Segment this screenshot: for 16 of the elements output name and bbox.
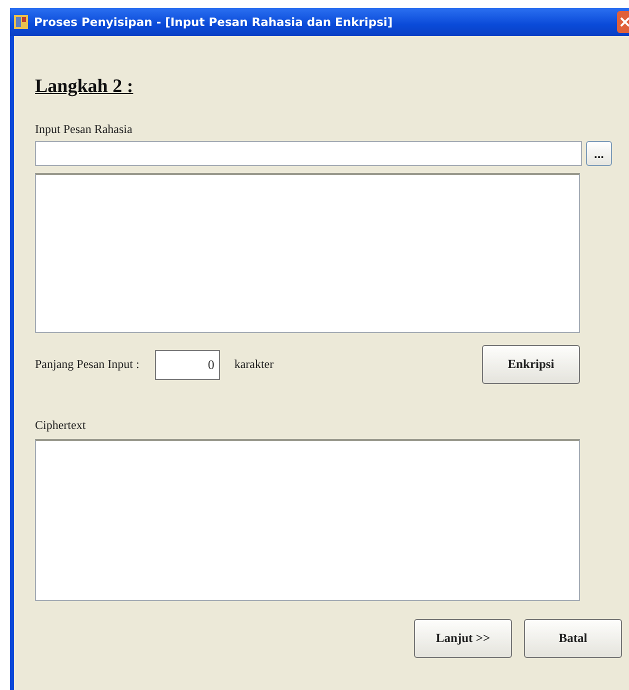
message-input[interactable] (35, 141, 582, 166)
unit-label: karakter (234, 357, 274, 372)
message-textarea[interactable] (35, 173, 580, 333)
cancel-button[interactable]: Batal (524, 619, 622, 658)
length-label: Panjang Pesan Input : (35, 357, 140, 372)
ciphertext-textarea[interactable] (35, 439, 580, 601)
app-icon (14, 15, 28, 29)
window-title: Proses Penyisipan - [Input Pesan Rahasia dan Enkripsi] (34, 15, 394, 29)
ciphertext-label: Ciphertext (35, 418, 86, 433)
encrypt-button[interactable]: Enkripsi (482, 345, 580, 384)
next-button[interactable]: Lanjut >> (414, 619, 512, 658)
step-heading: Langkah 2 : (35, 76, 134, 98)
browse-button[interactable]: ... (586, 141, 612, 166)
close-icon[interactable] (617, 11, 629, 33)
input-label: Input Pesan Rahasia (35, 122, 132, 137)
length-field[interactable]: 0 (155, 350, 220, 380)
